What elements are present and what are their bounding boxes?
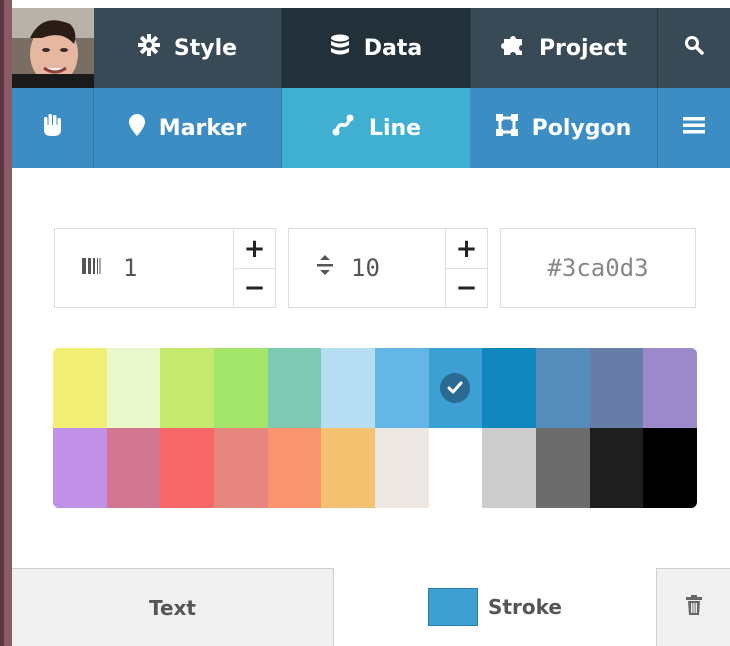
color-swatch[interactable] bbox=[643, 428, 697, 508]
color-swatch[interactable] bbox=[214, 348, 268, 428]
line-icon bbox=[331, 113, 355, 143]
bottom-tabs: Text Stroke bbox=[12, 568, 730, 646]
color-palette bbox=[53, 348, 697, 508]
avatar[interactable] bbox=[12, 8, 94, 88]
size-buttons: + − bbox=[445, 229, 487, 307]
tab-data-label: Data bbox=[363, 35, 423, 61]
line-tool-label: Line bbox=[368, 115, 422, 141]
stroke-width-increase-button[interactable]: + bbox=[234, 229, 275, 268]
search-icon bbox=[684, 35, 704, 61]
checkmark-icon bbox=[440, 373, 471, 403]
color-swatch[interactable] bbox=[321, 348, 375, 428]
tab-stroke-label: Stroke bbox=[488, 595, 562, 619]
size-decrease-button[interactable]: − bbox=[446, 268, 487, 307]
menu-button[interactable] bbox=[658, 88, 730, 168]
color-swatch[interactable] bbox=[375, 348, 429, 428]
color-swatch[interactable] bbox=[106, 428, 161, 508]
color-swatch[interactable] bbox=[428, 348, 483, 428]
tab-text-label: Text bbox=[148, 595, 196, 620]
color-swatch[interactable] bbox=[643, 348, 697, 428]
color-swatch[interactable] bbox=[589, 348, 644, 428]
stroke-width-buttons: + − bbox=[233, 229, 275, 307]
tab-data[interactable]: Data bbox=[282, 8, 470, 88]
color-swatch[interactable] bbox=[428, 428, 483, 508]
delete-button[interactable] bbox=[656, 568, 730, 646]
gear-icon bbox=[137, 34, 160, 62]
tab-stroke[interactable]: Stroke bbox=[334, 568, 656, 646]
stroke-width-stepper: 1 + − bbox=[54, 228, 276, 308]
size-increase-button[interactable]: + bbox=[446, 229, 487, 268]
size-stepper: 10 + − bbox=[288, 228, 488, 308]
size-value: 10 bbox=[351, 254, 380, 282]
stroke-width-value: 1 bbox=[123, 254, 138, 282]
color-swatch[interactable] bbox=[536, 428, 590, 508]
polygon-icon bbox=[495, 114, 518, 142]
tab-project[interactable]: Project bbox=[470, 8, 658, 88]
puzzle-icon bbox=[500, 33, 525, 63]
trash-icon bbox=[685, 595, 702, 620]
stroke-width-field[interactable]: 1 bbox=[81, 229, 137, 307]
polygon-tool-button[interactable]: Polygon bbox=[470, 88, 658, 168]
tab-style-label: Style bbox=[173, 35, 238, 61]
color-swatch[interactable] bbox=[482, 348, 536, 428]
color-swatch[interactable] bbox=[375, 428, 429, 508]
draw-toolbar: Marker Line Polygon bbox=[12, 88, 730, 168]
stroke-color-swatch bbox=[428, 588, 479, 626]
search-button[interactable] bbox=[658, 8, 730, 88]
stroke-width-decrease-button[interactable]: − bbox=[234, 268, 275, 307]
size-field[interactable]: 10 bbox=[315, 229, 380, 307]
top-nav: Style Data Project bbox=[12, 8, 730, 88]
hamburger-icon bbox=[683, 115, 705, 141]
color-hex-value: #3ca0d3 bbox=[547, 254, 649, 282]
hand-icon bbox=[41, 113, 65, 143]
color-swatch[interactable] bbox=[267, 348, 322, 428]
color-swatch[interactable] bbox=[160, 428, 214, 508]
stroke-width-icon bbox=[81, 254, 101, 282]
color-hex-input[interactable]: #3ca0d3 bbox=[500, 228, 696, 308]
database-icon bbox=[330, 34, 350, 62]
color-swatch[interactable] bbox=[53, 428, 107, 508]
color-swatch[interactable] bbox=[214, 428, 268, 508]
editor-panel: Style Data Project Marker Line Polygon 1… bbox=[12, 8, 730, 646]
color-swatch[interactable] bbox=[321, 428, 375, 508]
tab-project-label: Project bbox=[538, 35, 628, 61]
color-swatch[interactable] bbox=[267, 428, 322, 508]
marker-tool-label: Marker bbox=[158, 115, 247, 141]
pan-tool-button[interactable] bbox=[12, 88, 94, 168]
marker-tool-button[interactable]: Marker bbox=[94, 88, 282, 168]
line-tool-button[interactable]: Line bbox=[282, 88, 470, 168]
color-swatch[interactable] bbox=[482, 428, 536, 508]
color-swatch[interactable] bbox=[589, 428, 644, 508]
tab-text[interactable]: Text bbox=[12, 568, 334, 646]
tab-style[interactable]: Style bbox=[94, 8, 282, 88]
window-left-edge bbox=[0, 0, 12, 646]
color-swatch[interactable] bbox=[106, 348, 161, 428]
resize-vertical-icon bbox=[315, 254, 335, 282]
color-swatch[interactable] bbox=[536, 348, 590, 428]
color-swatch[interactable] bbox=[160, 348, 214, 428]
polygon-tool-label: Polygon bbox=[531, 115, 632, 141]
color-swatch[interactable] bbox=[53, 348, 107, 428]
window-top-edge bbox=[12, 0, 730, 8]
map-pin-icon bbox=[128, 114, 145, 142]
